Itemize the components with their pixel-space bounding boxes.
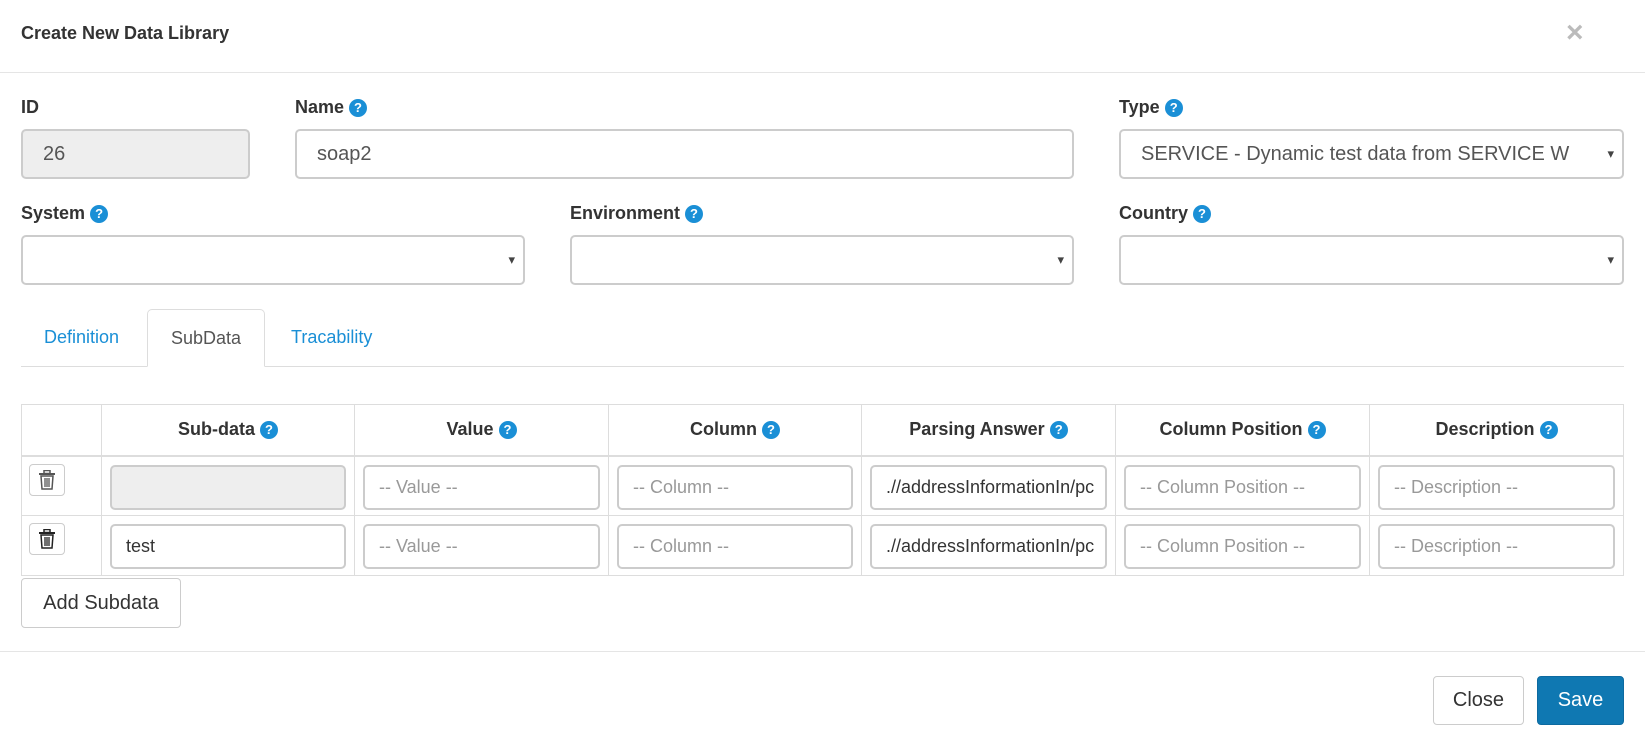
trash-icon <box>39 469 55 490</box>
system-label: System? <box>21 202 109 224</box>
header-description: Description? <box>1369 404 1624 457</box>
environment-label: Environment? <box>570 202 704 224</box>
column-input[interactable]: -- Column -- <box>617 524 853 569</box>
cell-column-position: -- Column Position -- <box>1115 455 1370 516</box>
header-label: Sub-data <box>177 419 255 440</box>
help-icon[interactable]: ? <box>685 205 704 223</box>
help-icon[interactable]: ? <box>1164 99 1183 117</box>
help-icon[interactable]: ? <box>498 421 517 440</box>
chevron-down-icon: ▾ <box>1057 252 1064 267</box>
table-row: test -- Value -- -- Column -- .//address… <box>21 515 1624 576</box>
help-icon[interactable]: ? <box>90 205 109 223</box>
name-label: Name? <box>295 96 368 118</box>
help-icon[interactable]: ? <box>1193 205 1211 223</box>
type-label-text: Type <box>1119 97 1160 117</box>
cell-value: -- Value -- <box>354 515 609 576</box>
id-field: 26 <box>21 129 250 179</box>
id-label: ID <box>21 96 39 118</box>
delete-row-button[interactable] <box>29 523 65 555</box>
save-button[interactable]: Save <box>1537 676 1624 725</box>
country-select[interactable]: ▾ <box>1119 235 1624 285</box>
help-icon[interactable]: ? <box>762 421 780 440</box>
cell-subdata: test <box>101 515 355 576</box>
help-icon[interactable]: ? <box>1307 421 1326 440</box>
header-column-position: Column Position? <box>1115 404 1370 457</box>
cell-description: -- Description -- <box>1369 455 1624 516</box>
column-position-input[interactable]: -- Column Position -- <box>1124 464 1361 510</box>
help-icon[interactable]: ? <box>1539 421 1558 440</box>
description-input[interactable]: -- Description -- <box>1378 464 1615 510</box>
modal-title: Create New Data Library <box>21 23 230 43</box>
add-subdata-button[interactable]: Add Subdata <box>21 578 181 628</box>
table-header-row: Sub-data? Value? Column? Parsing Answer?… <box>21 404 1624 457</box>
column-position-input[interactable]: -- Column Position -- <box>1124 524 1361 569</box>
header-label: Column Position <box>1159 419 1303 440</box>
id-label-text: ID <box>21 97 39 117</box>
tab-definition[interactable]: Definition <box>21 309 142 367</box>
table-row: -- Value -- -- Column -- .//addressInfor… <box>21 455 1624 516</box>
column-input[interactable]: -- Column -- <box>617 464 853 510</box>
header-subdata: Sub-data? <box>101 404 355 457</box>
chevron-down-icon: ▾ <box>508 252 515 267</box>
cell-parsing-answer: .//addressInformationIn/pc <box>861 455 1116 516</box>
header-label: Value <box>446 419 494 440</box>
cell-description: -- Description -- <box>1369 515 1624 576</box>
close-button[interactable]: Close <box>1433 676 1524 725</box>
help-icon[interactable]: ? <box>349 99 368 117</box>
environment-label-text: Environment <box>570 203 681 223</box>
tab-subdata[interactable]: SubData <box>147 309 266 367</box>
modal-header: Create New Data Library × <box>0 0 1645 73</box>
header-label: Parsing Answer <box>909 419 1045 440</box>
parsing-answer-input[interactable]: .//addressInformationIn/pc <box>870 524 1107 569</box>
system-select[interactable]: ▾ <box>21 235 525 285</box>
description-input[interactable]: -- Description -- <box>1378 524 1615 569</box>
parsing-answer-input[interactable]: .//addressInformationIn/pc <box>870 464 1107 510</box>
header-column: Column? <box>608 404 862 457</box>
value-input[interactable]: -- Value -- <box>363 524 600 569</box>
country-label: Country? <box>1119 202 1211 224</box>
subdata-input[interactable]: test <box>110 524 346 569</box>
cell-value: -- Value -- <box>354 455 609 516</box>
row-actions <box>21 515 102 576</box>
header-parsing-answer: Parsing Answer? <box>861 404 1116 457</box>
name-label-text: Name <box>295 97 345 117</box>
type-select[interactable]: SERVICE - Dynamic test data from SERVICE… <box>1119 129 1624 179</box>
footer-divider <box>0 651 1645 652</box>
header-actions <box>21 404 102 457</box>
delete-row-button[interactable] <box>29 463 65 496</box>
country-label-text: Country <box>1119 203 1188 223</box>
header-label: Description <box>1435 419 1535 440</box>
cell-subdata <box>101 455 355 516</box>
help-icon[interactable]: ? <box>260 421 278 440</box>
system-label-text: System <box>21 203 86 223</box>
value-input[interactable]: -- Value -- <box>363 464 600 510</box>
cell-column-position: -- Column Position -- <box>1115 515 1370 576</box>
header-value: Value? <box>354 404 609 457</box>
close-icon[interactable]: × <box>1566 18 1584 48</box>
row-actions <box>21 455 102 516</box>
create-data-library-modal: Create New Data Library × ID Name? Type?… <box>0 0 1645 745</box>
type-select-value: SERVICE - Dynamic test data from SERVICE… <box>1141 143 1570 165</box>
subdata-input <box>110 464 346 510</box>
header-label: Column <box>690 419 757 440</box>
tab-tracability[interactable]: Tracability <box>268 309 395 367</box>
trash-icon <box>39 529 55 549</box>
subdata-table: Sub-data? Value? Column? Parsing Answer?… <box>21 404 1624 576</box>
type-label: Type? <box>1119 96 1183 118</box>
chevron-down-icon: ▾ <box>1607 146 1614 161</box>
help-icon[interactable]: ? <box>1049 421 1068 440</box>
cell-parsing-answer: .//addressInformationIn/pc <box>861 515 1116 576</box>
cell-column: -- Column -- <box>608 515 862 576</box>
chevron-down-icon: ▾ <box>1607 252 1614 267</box>
environment-select[interactable]: ▾ <box>570 235 1074 285</box>
cell-column: -- Column -- <box>608 455 862 516</box>
name-field[interactable]: soap2 <box>295 129 1074 179</box>
